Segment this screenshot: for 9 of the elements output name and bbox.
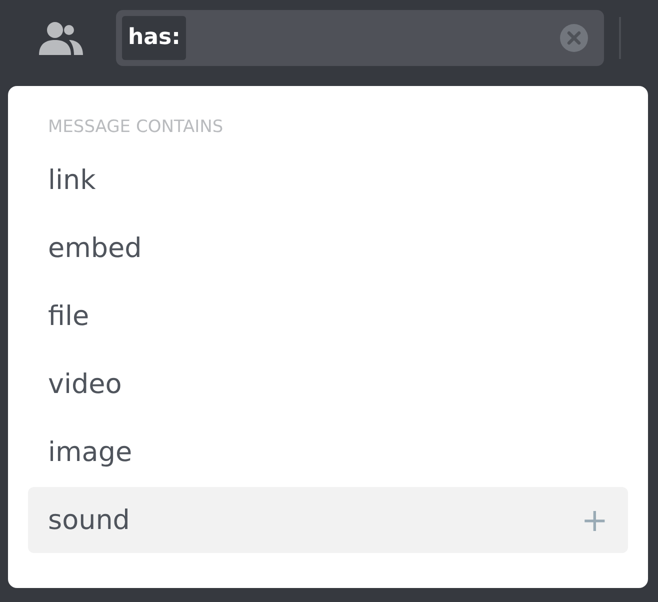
option-item[interactable]: embed [28,215,628,281]
search-field[interactable]: has: [116,10,604,66]
option-item[interactable]: image [28,419,628,485]
option-item[interactable]: sound + [28,487,628,553]
option-item[interactable]: link [28,147,628,213]
popup-header: MESSAGE CONTAINS [47,116,224,139]
search-token: has: [122,16,186,60]
option-item[interactable]: file [28,283,628,349]
option-item[interactable]: video [28,351,628,417]
